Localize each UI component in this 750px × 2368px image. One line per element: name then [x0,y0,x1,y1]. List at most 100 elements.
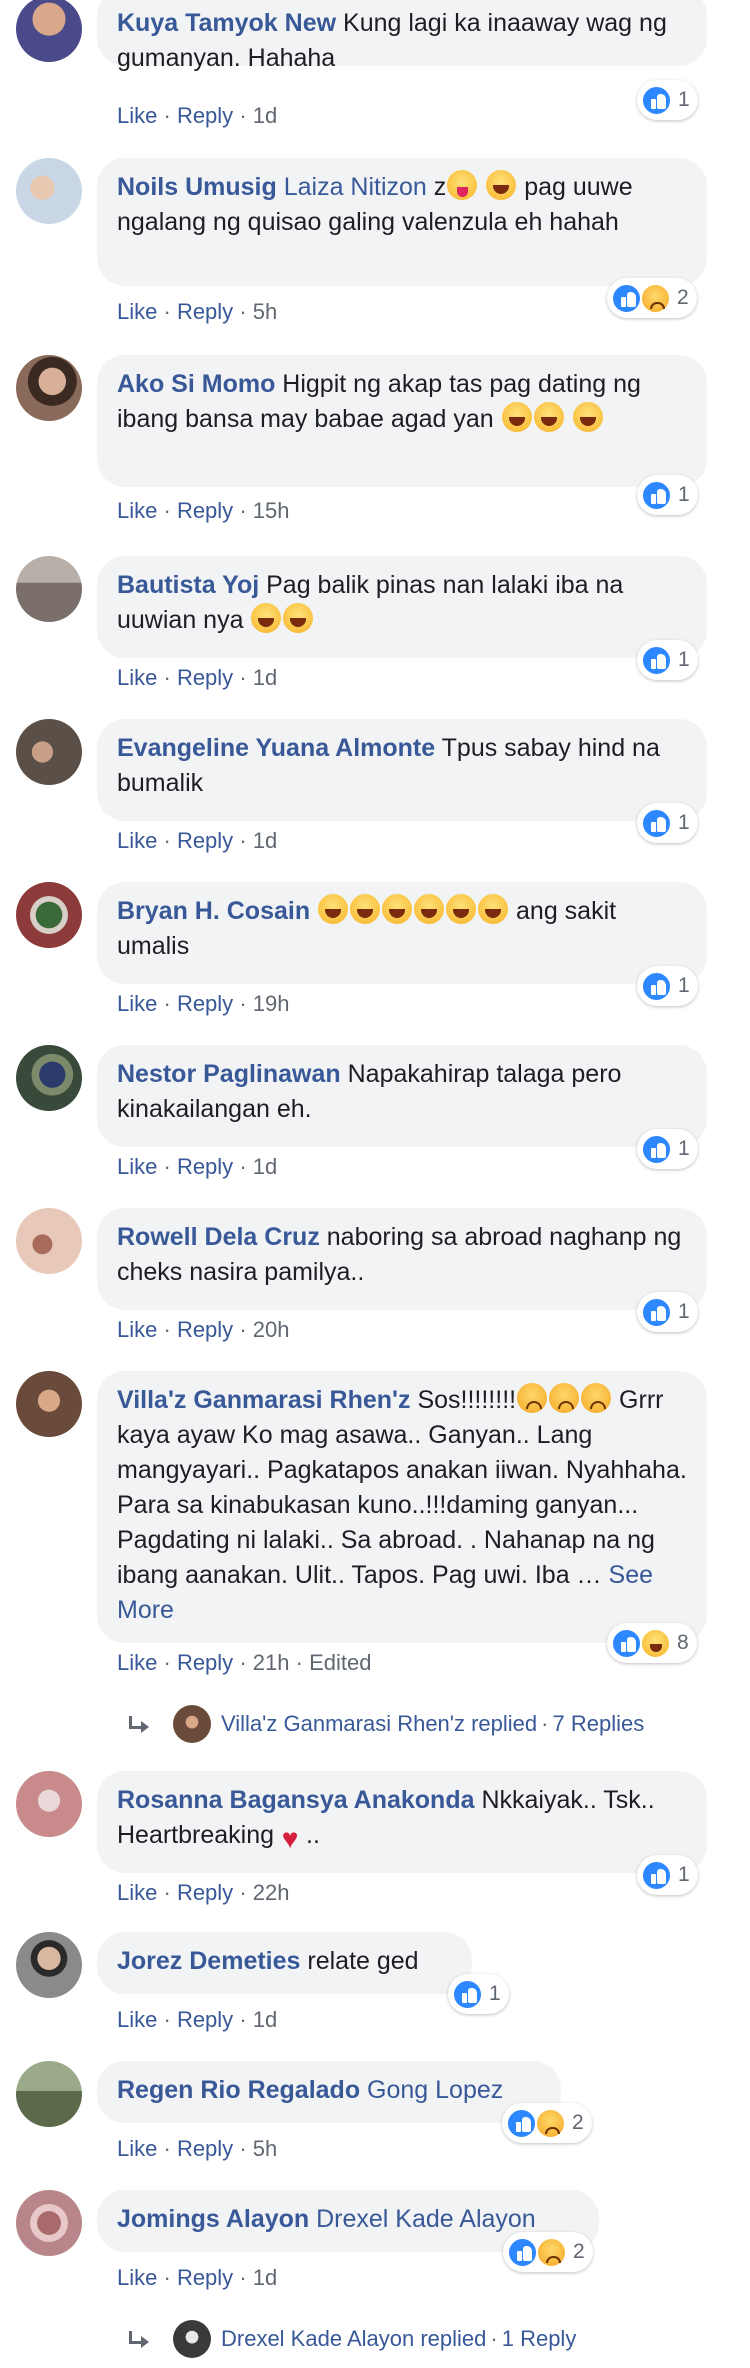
comment-bubble: Bautista Yoj Pag balik pinas nan lalaki … [97,556,707,658]
replies-count[interactable]: 7 Replies [552,1710,644,1738]
comment-author[interactable]: Jomings Alayon [117,2205,309,2233]
comment-timestamp[interactable]: 5h [253,2136,277,2161]
reply-button[interactable]: Reply [177,2265,233,2290]
comment-author[interactable]: Bryan H. Cosain [117,897,310,925]
emoji-icon [447,170,478,200]
comment-author[interactable]: Bautista Yoj [117,571,259,599]
reaction-count: 1 [678,88,690,111]
avatar[interactable] [16,719,82,785]
like-button[interactable]: Like [117,2007,157,2032]
reaction-summary[interactable]: 2 [502,2103,592,2143]
view-replies-link[interactable]: Villa'z Ganmarasi Rhen'z replied · 7 Rep… [127,1705,644,1743]
reaction-summary[interactable]: 1 [637,803,698,843]
like-button[interactable]: Like [117,2265,157,2290]
reaction-summary[interactable]: 1 [637,640,698,680]
emoji-icon [283,603,314,633]
like-button[interactable]: Like [117,1650,157,1675]
comment-author[interactable]: Rowell Dela Cruz [117,1223,320,1251]
reaction-summary[interactable]: 1 [637,1855,698,1895]
comment-timestamp[interactable]: 19h [253,991,290,1016]
tagged-user[interactable]: Gong Lopez [367,2076,503,2104]
comment-timestamp[interactable]: 1d [253,103,277,128]
separator-dot: · [163,1880,171,1905]
avatar[interactable] [16,1371,82,1437]
separator-dot: · [239,103,247,128]
reply-button[interactable]: Reply [177,498,233,523]
comment-timestamp[interactable]: 21h [253,1650,290,1675]
replies-count[interactable]: 1 Reply [502,2325,577,2353]
tagged-user[interactable]: Laiza Nitizon [284,173,427,201]
reaction-summary[interactable]: 1 [448,1974,509,2014]
edited-label[interactable]: Edited [309,1650,371,1675]
like-reaction-icon [641,1296,672,1328]
like-button[interactable]: Like [117,103,157,128]
avatar[interactable] [16,1771,82,1837]
comment-timestamp[interactable]: 22h [253,1880,290,1905]
comment-timestamp[interactable]: 15h [253,498,290,523]
comment-author[interactable]: Evangeline Yuana Almonte [117,734,435,762]
reaction-count: 8 [677,1631,689,1654]
like-button[interactable]: Like [117,1880,157,1905]
comment-timestamp[interactable]: 1d [253,2007,277,2032]
avatar[interactable] [16,2061,82,2127]
reply-button[interactable]: Reply [177,1317,233,1342]
reaction-summary[interactable]: 2 [503,2232,593,2272]
comment-author[interactable]: Rosanna Bagansya Anakonda [117,1786,475,1814]
reaction-summary[interactable]: 2 [607,278,697,318]
like-button[interactable]: Like [117,991,157,1016]
comment-timestamp[interactable]: 1d [253,1154,277,1179]
avatar[interactable] [16,882,82,948]
like-button[interactable]: Like [117,665,157,690]
like-button[interactable]: Like [117,828,157,853]
avatar[interactable] [16,1045,82,1111]
like-button[interactable]: Like [117,299,157,324]
comment-author[interactable]: Kuya Tamyok New [117,9,336,37]
comment-timestamp[interactable]: 20h [253,1317,290,1342]
avatar[interactable] [16,1932,82,1998]
reply-button[interactable]: Reply [177,1154,233,1179]
reply-button[interactable]: Reply [177,2136,233,2161]
comment-timestamp[interactable]: 1d [253,2265,277,2290]
reaction-summary[interactable]: 8 [607,1623,697,1663]
reaction-summary[interactable]: 1 [637,966,698,1006]
comment-timestamp[interactable]: 5h [253,299,277,324]
separator-dot: · [163,103,171,128]
reply-button[interactable]: Reply [177,665,233,690]
avatar[interactable] [16,556,82,622]
like-button[interactable]: Like [117,1154,157,1179]
reply-button[interactable]: Reply [177,828,233,853]
reaction-summary[interactable]: 1 [637,1129,698,1169]
avatar[interactable] [16,0,82,62]
reply-button[interactable]: Reply [177,1880,233,1905]
reply-button[interactable]: Reply [177,991,233,1016]
comment-actions: Like · Reply · 1d [117,2264,277,2292]
comment-author[interactable]: Villa'z Ganmarasi Rhen'z [117,1386,410,1414]
reply-button[interactable]: Reply [177,299,233,324]
avatar[interactable] [16,2190,82,2256]
comment-author[interactable]: Nestor Paglinawan [117,1060,341,1088]
reaction-summary[interactable]: 1 [637,1292,698,1332]
separator-dot: · [239,1317,247,1342]
view-replies-link[interactable]: Drexel Kade Alayon replied · 1 Reply [127,2320,576,2358]
reply-button[interactable]: Reply [177,1650,233,1675]
reply-button[interactable]: Reply [177,2007,233,2032]
like-button[interactable]: Like [117,1317,157,1342]
replier-name[interactable]: Villa'z Ganmarasi Rhen'z replied [221,1710,537,1738]
comment-author[interactable]: Jorez Demeties [117,1947,300,1975]
comment-author[interactable]: Regen Rio Regalado [117,2076,360,2104]
tagged-user[interactable]: Drexel Kade Alayon [316,2205,536,2233]
replier-name[interactable]: Drexel Kade Alayon replied [221,2325,486,2353]
comment-author[interactable]: Noils Umusig [117,173,277,201]
reaction-summary[interactable]: 1 [637,475,698,515]
like-button[interactable]: Like [117,498,157,523]
reaction-summary[interactable]: 1 [637,80,698,120]
comment-timestamp[interactable]: 1d [253,828,277,853]
like-button[interactable]: Like [117,2136,157,2161]
comment-timestamp[interactable]: 1d [253,665,277,690]
comment-author[interactable]: Ako Si Momo [117,370,275,398]
like-reaction-icon [641,1859,672,1891]
avatar[interactable] [16,355,82,421]
avatar[interactable] [16,158,82,224]
avatar[interactable] [16,1208,82,1274]
reply-button[interactable]: Reply [177,103,233,128]
